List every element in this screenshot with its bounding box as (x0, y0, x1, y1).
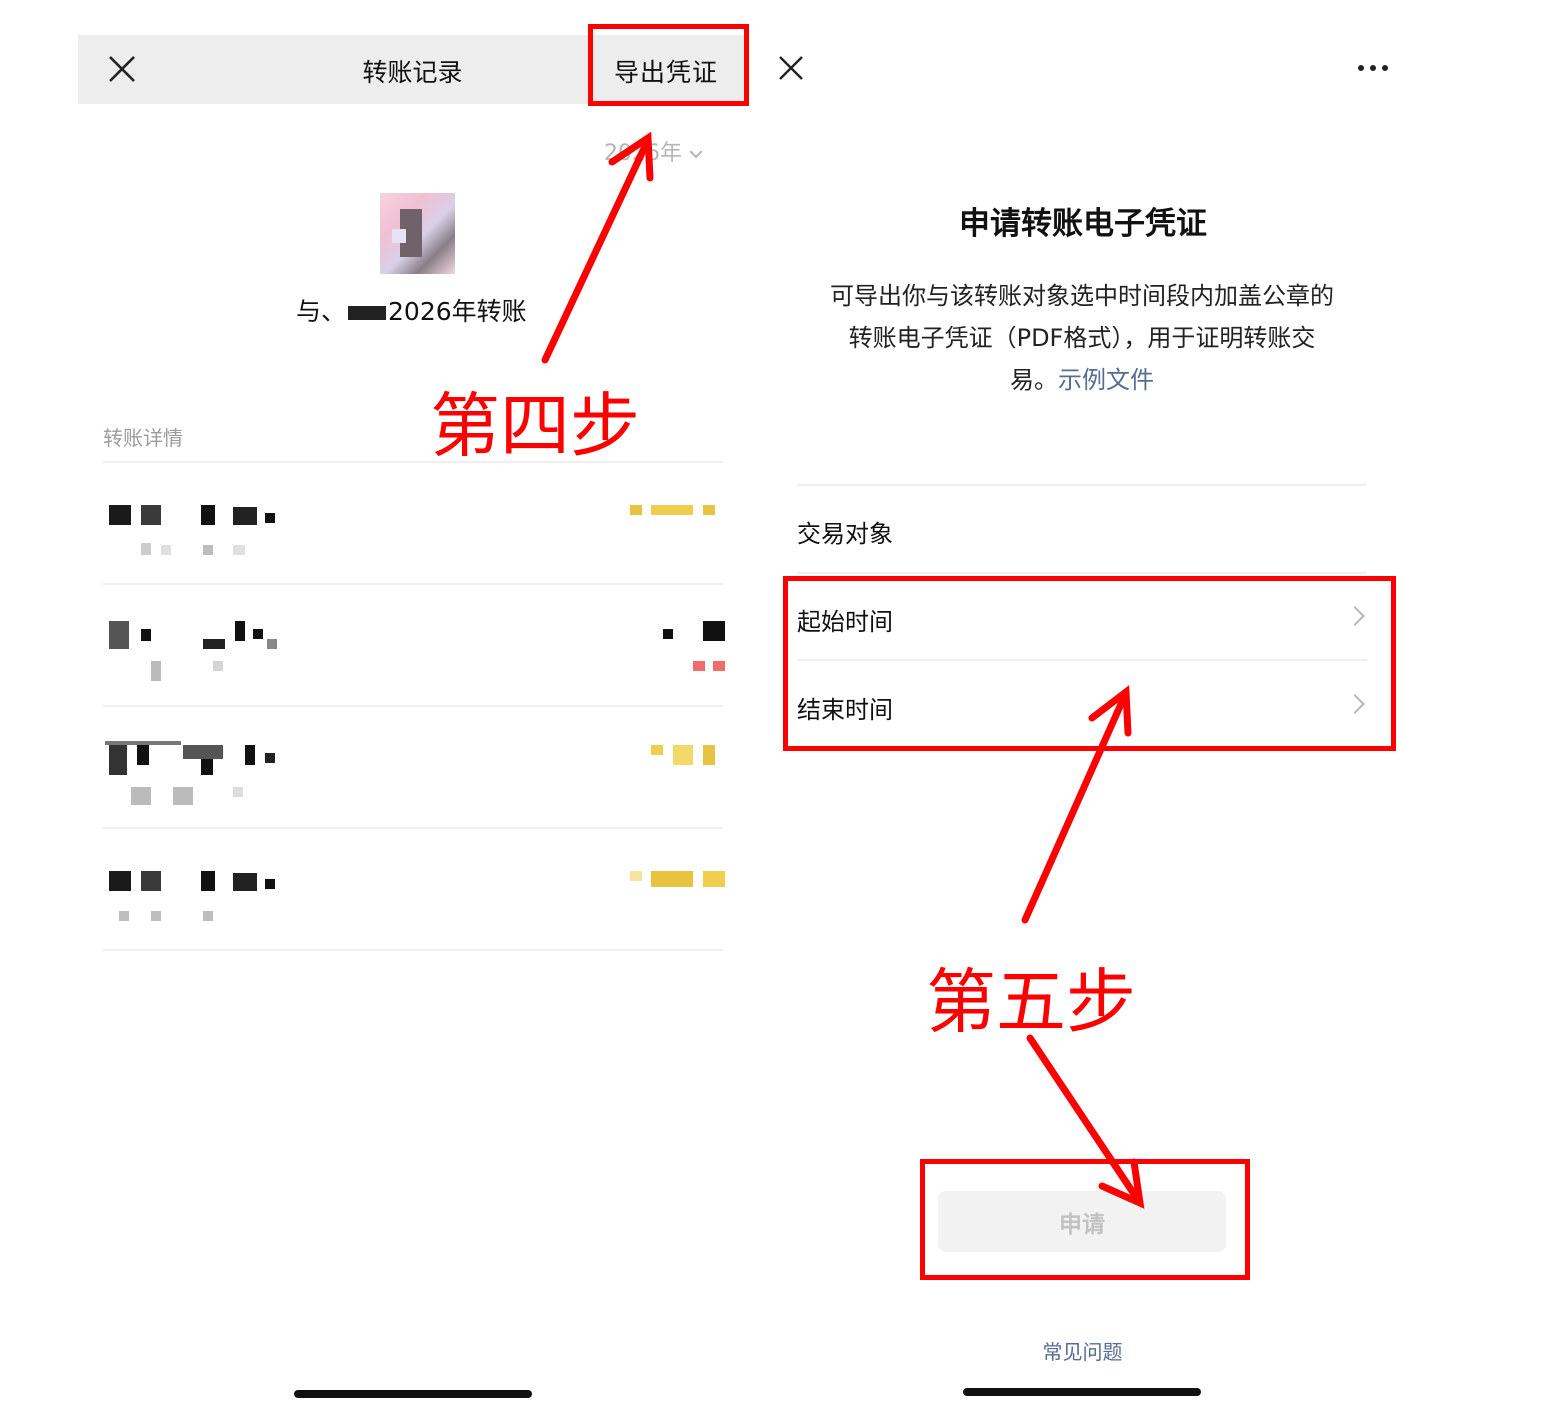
chevron-down-icon (689, 145, 703, 159)
description-line: 转账电子凭证（PDF格式），用于证明转账交 (848, 324, 1316, 352)
more-icon[interactable] (1357, 64, 1389, 72)
list-item[interactable] (103, 829, 725, 949)
divider (797, 484, 1367, 486)
divider (103, 949, 723, 951)
close-icon[interactable] (779, 56, 803, 80)
avatar (380, 193, 455, 274)
year-label: 2026年 (604, 141, 682, 166)
list-item[interactable] (103, 463, 723, 583)
annotation-box-export (588, 24, 749, 106)
page-title: 转账记录 (362, 58, 463, 87)
divider (797, 572, 1367, 574)
page-title: 申请转账电子凭证 (959, 206, 1207, 242)
list-item[interactable] (103, 707, 723, 827)
step-five-label: 第五步 (926, 961, 1136, 1043)
sample-file-link[interactable]: 示例文件 (1058, 366, 1154, 394)
step-four-label: 第四步 (430, 385, 640, 467)
transfer-records-screen: 转账记录 导出凭证 2026年 与、 2026年转账 转账详情 (0, 0, 770, 1410)
with-suffix: 2026年转账 (388, 297, 527, 326)
transfer-with-heading: 与、 2026年转账 (296, 292, 527, 328)
description-line: 可导出你与该转账对象选中时间段内加盖公章的 (830, 282, 1334, 310)
description: 可导出你与该转账对象选中时间段内加盖公章的 转账电子凭证（PDF格式），用于证明… (797, 275, 1367, 401)
annotation-box-time-range (783, 576, 1396, 751)
close-icon[interactable] (108, 55, 136, 83)
faq-link[interactable]: 常见问题 (1000, 1336, 1165, 1365)
section-label: 转账详情 (103, 426, 183, 450)
list-item[interactable] (103, 585, 725, 705)
year-selector[interactable]: 2026年 (604, 135, 703, 167)
with-prefix: 与、 (296, 297, 347, 326)
transaction-party-item[interactable]: 交易对象 (797, 514, 893, 549)
description-line: 易。 (1010, 366, 1058, 394)
home-indicator (294, 1390, 532, 1398)
redacted-name (348, 306, 387, 320)
home-indicator (963, 1388, 1201, 1396)
annotation-box-apply (920, 1159, 1250, 1280)
